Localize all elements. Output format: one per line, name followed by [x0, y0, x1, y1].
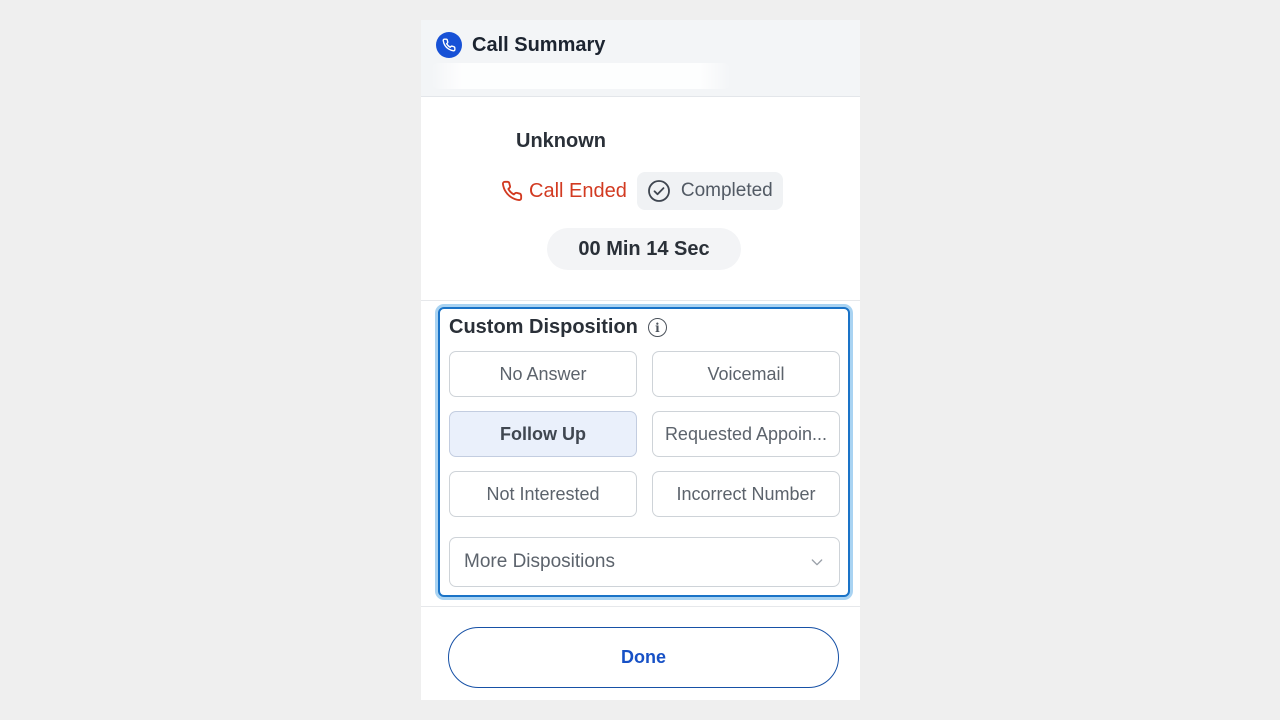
- more-dispositions-label: More Dispositions: [464, 551, 615, 572]
- status-badge-label: Completed: [680, 180, 773, 201]
- chevron-down-icon: [811, 559, 823, 566]
- call-ended-label: Call Ended: [529, 179, 627, 202]
- call-duration: 00 Min 14 Sec: [547, 228, 741, 270]
- page-title: Call Summary: [472, 34, 606, 56]
- disposition-no-answer[interactable]: No Answer: [449, 351, 637, 397]
- panel-header: Call Summary: [421, 20, 860, 97]
- disposition-incorrect-number[interactable]: Incorrect Number: [652, 471, 840, 517]
- disposition-follow-up[interactable]: Follow Up: [449, 411, 637, 457]
- disposition-not-interested[interactable]: Not Interested: [449, 471, 637, 517]
- call-status-row: Call Ended Completed: [501, 172, 783, 210]
- disposition-voicemail[interactable]: Voicemail: [652, 351, 840, 397]
- section-divider: [421, 300, 860, 301]
- redacted-subtitle: [431, 63, 731, 89]
- done-button[interactable]: Done: [448, 627, 839, 688]
- disposition-requested-appointment[interactable]: Requested Appoin...: [652, 411, 840, 457]
- custom-disposition-section: Custom Disposition i No Answer Voicemail…: [438, 307, 850, 597]
- footer-divider: [421, 606, 860, 607]
- more-dispositions-dropdown[interactable]: More Dispositions: [449, 537, 840, 587]
- call-summary-panel: Call Summary Unknown Call Ended Complete…: [421, 20, 860, 700]
- check-circle-icon: [647, 180, 670, 202]
- phone-icon: [436, 32, 462, 58]
- info-icon[interactable]: i: [647, 318, 667, 337]
- disposition-title: Custom Disposition: [449, 316, 638, 338]
- call-ended-status: Call Ended: [501, 180, 627, 203]
- caller-name: Unknown: [516, 130, 606, 152]
- disposition-header: Custom Disposition i: [449, 316, 667, 339]
- status-badge: Completed: [636, 172, 783, 210]
- phone-ended-icon: [502, 180, 523, 201]
